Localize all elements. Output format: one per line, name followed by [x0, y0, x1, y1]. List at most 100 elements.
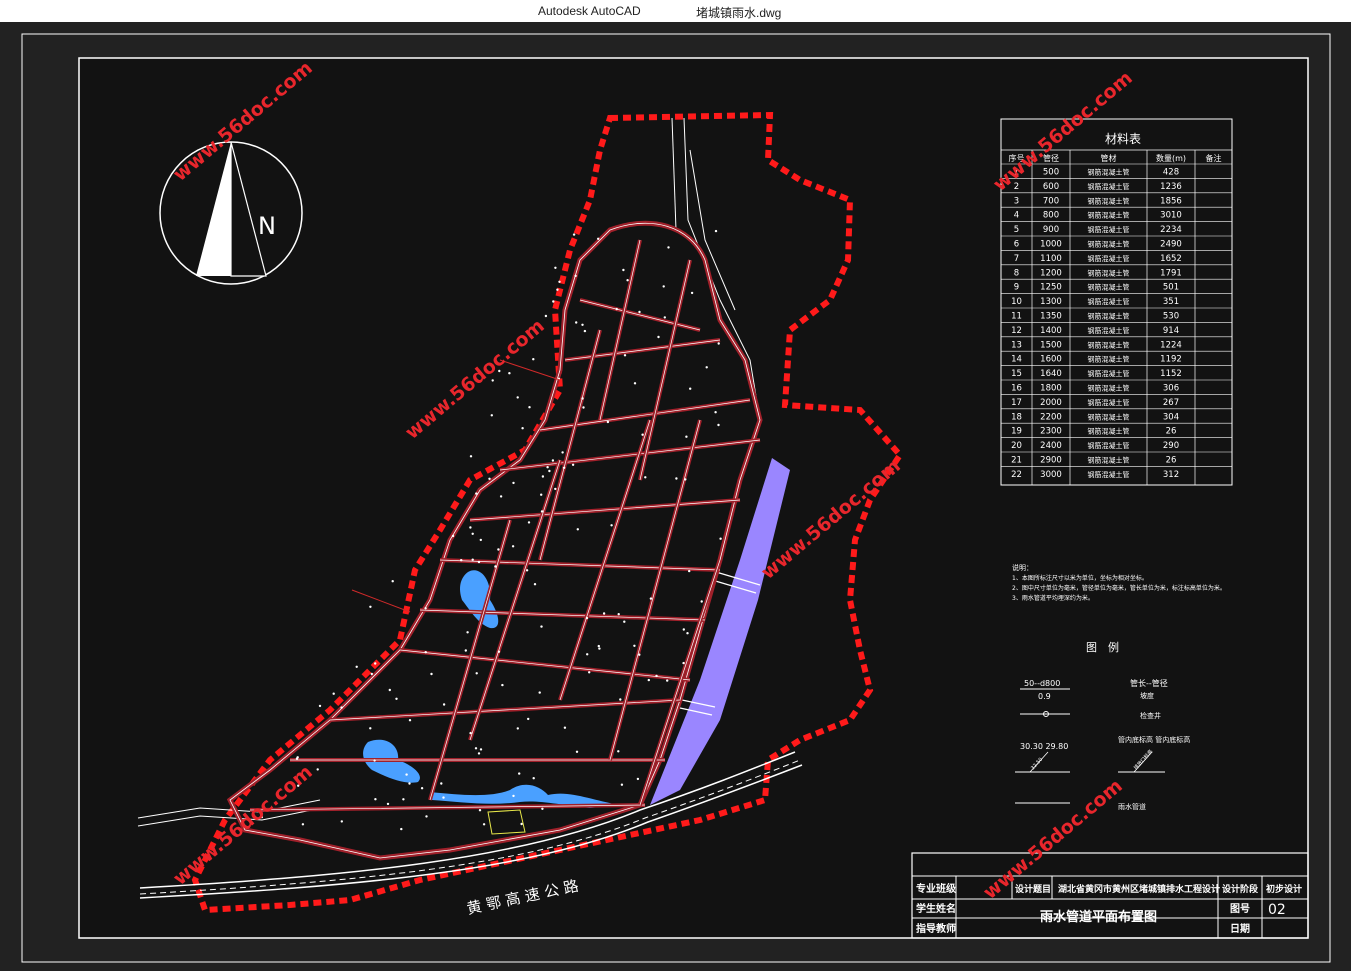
table-header-cell: 备注: [1206, 153, 1222, 163]
legend-elev-label: 30.30 29.80: [1020, 742, 1068, 751]
drawing-title: 雨水管道平面布置图: [1040, 909, 1157, 925]
manhole-icon: [686, 632, 689, 635]
table-cell-no: 17: [1011, 398, 1022, 408]
manhole-icon: [518, 772, 521, 775]
manhole-icon: [479, 538, 482, 542]
table-cell-qty: 914: [1163, 326, 1179, 336]
table-cell-mat: 钢筋混凝土管: [1088, 355, 1130, 364]
table-cell-no: 12: [1011, 326, 1022, 336]
drawing-viewport[interactable]: N 黄 鄂 高 速 公 路 材料表 序号 管径 管材 数量(m) 备注 1 50…: [0, 22, 1351, 971]
table-cell-no: 8: [1014, 268, 1019, 278]
legend-pipe-label-top: 50--d800: [1024, 679, 1060, 688]
table-cell-no: 10: [1011, 297, 1022, 307]
legend-slope-desc: 坡度: [1140, 691, 1154, 700]
manhole-icon: [685, 435, 688, 438]
table-cell-dia: 2000: [1040, 398, 1062, 408]
table-cell-mat: 钢筋混凝土管: [1088, 240, 1130, 249]
manhole-icon: [684, 478, 687, 481]
stage-label: 设计阶段: [1222, 883, 1259, 895]
table-cell-qty: 428: [1163, 168, 1179, 178]
table-cell-qty: 1236: [1160, 182, 1182, 192]
manhole-icon: [460, 559, 463, 562]
manhole-icon: [602, 612, 606, 615]
manhole-icon: [516, 396, 519, 399]
manhole-icon: [700, 600, 703, 603]
manhole-icon: [388, 688, 391, 692]
app-name: Autodesk AutoCAD: [538, 4, 641, 18]
manhole-icon: [511, 545, 515, 548]
manhole-icon: [424, 651, 427, 654]
manhole-icon: [318, 704, 322, 708]
manhole-icon: [512, 481, 515, 485]
table-cell-mat: 钢筋混凝土管: [1088, 384, 1130, 393]
manhole-icon: [572, 233, 576, 236]
manhole-icon: [528, 406, 531, 409]
table-cell-mat: 钢筋混凝土管: [1088, 283, 1130, 292]
table-cell-qty: 290: [1163, 441, 1179, 451]
table-cell-no: 22: [1011, 470, 1022, 480]
table-cell-dia: 2200: [1040, 412, 1062, 422]
table-cell-mat: 钢筋混凝土管: [1088, 297, 1130, 306]
materials-table-title: 材料表: [1105, 132, 1141, 146]
table-cell-dia: 1600: [1040, 355, 1062, 365]
manhole-icon: [675, 477, 678, 480]
table-cell-mat: 钢筋混凝土管: [1088, 369, 1130, 378]
note-line: 3、雨水管道平均埋深约为米。: [1012, 594, 1094, 602]
manhole-icon: [714, 229, 718, 233]
table-cell-mat: 钢筋混凝土管: [1088, 470, 1130, 479]
manhole-icon: [451, 534, 455, 538]
manhole-icon: [478, 809, 482, 812]
manhole-icon: [548, 469, 551, 473]
manhole-icon: [374, 798, 377, 801]
table-cell-dia: 700: [1043, 196, 1059, 206]
manhole-icon: [540, 625, 543, 628]
manhole-icon: [469, 526, 472, 529]
table-cell-dia: 1100: [1040, 254, 1062, 264]
manhole-icon: [558, 280, 561, 283]
manhole-icon: [581, 323, 584, 326]
manhole-icon: [295, 757, 299, 760]
table-cell-dia: 600: [1043, 182, 1059, 192]
manhole-icon: [525, 569, 529, 572]
manhole-icon: [355, 665, 358, 668]
manhole-icon: [623, 620, 626, 623]
table-cell-qty: 304: [1163, 412, 1179, 422]
table-cell-qty: 2490: [1160, 240, 1182, 250]
manhole-icon: [471, 558, 474, 561]
manhole-icon: [554, 487, 557, 491]
manhole-icon: [610, 524, 613, 527]
manhole-icon: [386, 802, 390, 806]
manhole-icon: [400, 827, 403, 831]
table-cell-no: 21: [1011, 456, 1022, 466]
manhole-icon: [552, 300, 555, 303]
manhole-icon: [551, 459, 555, 462]
manhole-icon: [373, 759, 376, 762]
table-cell-dia: 1300: [1040, 297, 1062, 307]
legend-pipe-label-bottom: 0.9: [1038, 692, 1051, 701]
manhole-icon: [647, 678, 650, 682]
table-header-cell: 管材: [1101, 153, 1117, 163]
manhole-icon: [516, 727, 519, 730]
table-cell-dia: 2300: [1040, 427, 1062, 437]
major-label: 专业班级: [916, 882, 957, 895]
table-cell-qty: 1652: [1160, 254, 1182, 264]
manhole-icon: [497, 650, 501, 653]
legend-elev-desc: 管内底标高 管内底标高: [1118, 735, 1190, 744]
manhole-icon: [301, 823, 305, 826]
manhole-icon: [527, 717, 530, 721]
manhole-icon: [623, 354, 627, 357]
manhole-icon: [717, 423, 720, 427]
manhole-icon: [689, 387, 692, 390]
advisor-label: 指导教师: [916, 922, 956, 935]
manhole-icon: [571, 463, 575, 466]
table-cell-no: 18: [1011, 412, 1022, 422]
manhole-icon: [546, 466, 549, 469]
drawing-no-value: 02: [1268, 902, 1286, 918]
manhole-icon: [649, 597, 653, 600]
manhole-icon: [585, 616, 589, 620]
manhole-icon: [667, 246, 670, 249]
manhole-icon: [617, 613, 620, 616]
manhole-icon: [474, 747, 478, 750]
manhole-icon: [714, 411, 717, 414]
manhole-icon: [615, 307, 618, 311]
